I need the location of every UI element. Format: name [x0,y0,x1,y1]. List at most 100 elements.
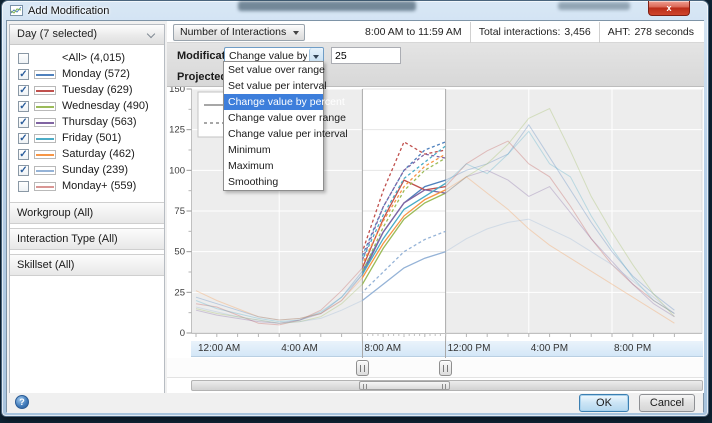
day-row[interactable]: Monday+ (559) [10,178,164,194]
grip-icon [363,384,367,389]
chevron-down-icon [147,30,155,38]
day-row[interactable]: ✓ Tuesday (629) [10,82,164,98]
grip-icon [360,365,365,372]
day-label: Monday (572) [62,68,130,80]
accordion-header[interactable]: Interaction Type (All) [10,228,164,250]
time-range-text: 8:00 AM to 11:59 AM [357,22,470,43]
checkbox-checked[interactable]: ✓ [18,117,29,128]
toolbar-info: 8:00 AM to 11:59 AM Total interactions:3… [357,21,702,43]
total-interactions: Total interactions:3,456 [470,22,599,43]
svg-text:125: 125 [169,125,185,136]
x-axis-label: 12:00 PM [448,343,491,354]
day-row[interactable]: <All> (4,015) [10,50,164,66]
dialog-title: Add Modification [28,5,109,17]
menu-item[interactable]: Set value over range [224,62,323,78]
menu-item[interactable]: Minimum [224,142,323,158]
checkbox-checked[interactable]: ✓ [18,133,29,144]
accordion-header[interactable]: Skillset (All) [10,254,164,276]
x-axis-label: 8:00 PM [614,343,651,354]
menu-item[interactable]: Set value per interval [224,78,323,94]
scrollbar-thumb[interactable] [359,381,450,390]
dropdown-arrow-icon [293,31,299,35]
zoom-scrollbar [167,379,704,393]
range-start-line [362,341,363,358]
cancel-button[interactable]: Cancel [639,394,695,412]
series-color-swatch [34,118,56,127]
dropdown-arrow-icon [313,55,319,59]
accordion-label: Workgroup (All) [17,207,93,219]
add-modification-dialog: Add Modification x Day (7 selected) <All… [2,1,708,416]
svg-text:25: 25 [174,287,185,298]
range-end-handle[interactable] [439,360,452,376]
x-axis-label: 4:00 PM [531,343,568,354]
background-window-artifact [558,2,630,10]
day-label: Sunday (239) [62,164,128,176]
aht-value: 278 seconds [634,26,694,38]
series-color-swatch [34,182,56,191]
main-panel: Number of Interactions 8:00 AM to 11:59 … [167,21,704,393]
svg-text:75: 75 [174,206,185,217]
percent-value-input[interactable] [331,47,401,64]
svg-text:100: 100 [169,165,185,176]
menu-item[interactable]: Maximum [224,158,323,174]
filter-sidebar: Day (7 selected) <All> (4,015) ✓ Monday (5… [9,24,165,399]
day-label: Wednesday (490) [62,100,149,112]
menu-item[interactable]: Change value by percent [224,94,323,110]
day-label: <All> (4,015) [62,52,125,64]
total-interactions-value: 3,456 [564,26,590,38]
day-label: Friday (501) [62,132,121,144]
checkbox-checked[interactable]: ✓ [18,149,29,160]
dialog-chart-icon [10,5,23,16]
aht: AHT:278 seconds [599,22,702,43]
day-section-header[interactable]: Day (7 selected) [10,25,164,45]
day-row[interactable]: ✓ Wednesday (490) [10,98,164,114]
svg-text:150: 150 [169,87,185,95]
dialog-body: Day (7 selected) <All> (4,015) ✓ Monday (5… [6,20,704,412]
help-button[interactable]: ? [15,395,29,409]
menu-item[interactable]: Change value per interval [224,126,323,142]
scrollbar-track[interactable] [191,380,703,391]
svg-text:50: 50 [174,247,185,258]
day-row[interactable]: ✓ Sunday (239) [10,162,164,178]
accordion-sections: Workgroup (All) Interaction Type (All) Ski… [10,202,164,276]
grip-icon [443,365,448,372]
grip-icon [442,384,446,389]
checkbox-checked[interactable]: ✓ [18,165,29,176]
accordion-header[interactable]: Workgroup (All) [10,202,164,224]
metric-dropdown-button[interactable]: Number of Interactions [173,24,305,41]
checkbox-checked[interactable]: ✓ [18,85,29,96]
checkbox-unchecked[interactable] [18,53,29,64]
menu-item[interactable]: Change value over range [224,110,323,126]
series-color-swatch [34,70,56,79]
menu-item[interactable]: Smoothing [224,174,323,190]
title-bar[interactable]: Add Modification x [2,1,708,20]
dialog-footer: ? OK Cancel [7,393,703,413]
day-row[interactable]: ✓Thursday (563) [10,114,164,130]
close-button[interactable]: x [648,1,690,16]
x-axis-label: 8:00 AM [364,343,401,354]
day-row[interactable]: ✓ Friday (501) [10,130,164,146]
x-axis-label: 12:00 AM [198,343,240,354]
checkbox-checked[interactable]: ✓ [18,69,29,80]
day-row[interactable]: ✓ Monday (572) [10,66,164,82]
x-axis-label: 4:00 AM [281,343,318,354]
day-section-label: Day (7 selected) [17,28,97,40]
svg-text:0: 0 [180,328,185,339]
modification-type-menu: Set value over rangeSet value per interv… [223,61,324,191]
range-slider [167,358,704,378]
series-color-swatch [34,86,56,95]
metric-dropdown-label: Number of Interactions [180,26,286,38]
series-color-swatch [34,102,56,111]
day-list: <All> (4,015) ✓ Monday (572) ✓ Tuesday (629)… [10,45,164,198]
range-end-line [445,341,446,358]
series-color-swatch [34,150,56,159]
day-row[interactable]: ✓ Saturday (462) [10,146,164,162]
day-label: Saturday (462) [62,148,135,160]
accordion-label: Skillset (All) [17,259,74,271]
checkbox-unchecked[interactable] [18,181,29,192]
range-start-handle[interactable] [356,360,369,376]
day-label: Tuesday (629) [62,84,133,96]
ok-button[interactable]: OK [579,394,629,412]
checkbox-checked[interactable]: ✓ [18,101,29,112]
aht-label: AHT: [608,26,631,38]
